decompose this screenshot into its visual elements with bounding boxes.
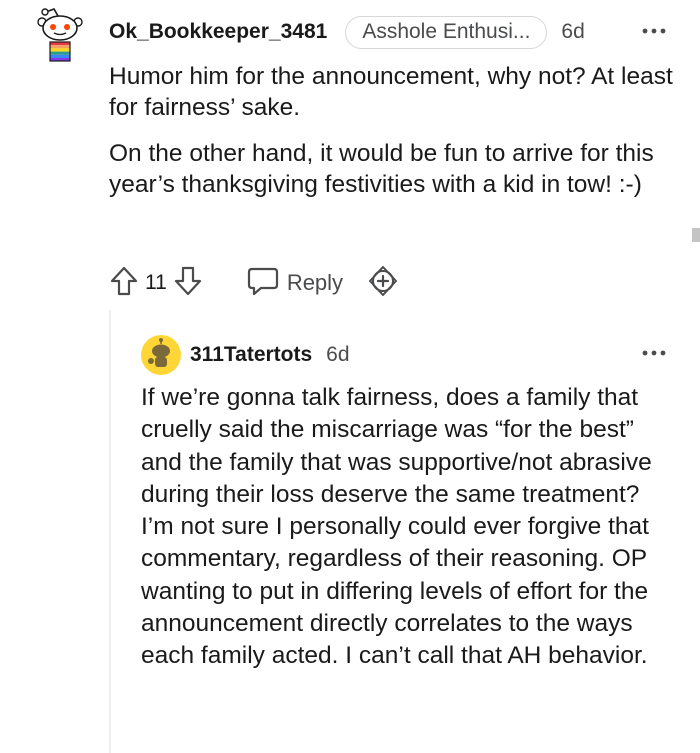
upvote-arrow-icon[interactable] xyxy=(109,265,139,302)
comment-timestamp[interactable]: 6d xyxy=(561,20,584,44)
snoo-avatar-icon[interactable] xyxy=(141,335,181,375)
comment-paragraph: Humor him for the announcement, why not?… xyxy=(109,63,673,121)
more-options-icon[interactable] xyxy=(640,20,668,42)
downvote-arrow-icon[interactable] xyxy=(173,265,203,302)
speech-bubble-icon xyxy=(247,266,279,301)
reply-button[interactable]: Reply xyxy=(247,266,343,301)
award-plus-icon xyxy=(367,265,399,302)
more-options-icon[interactable] xyxy=(640,342,668,364)
reply-body: If we’re gonna talk fairness, does a fam… xyxy=(141,382,676,673)
reply-header: 311Tatertots 6d xyxy=(190,340,350,370)
scrollbar-thumb[interactable] xyxy=(692,228,700,242)
snoo-avatar-icon[interactable] xyxy=(34,6,86,62)
reply-author[interactable]: 311Tatertots xyxy=(190,343,312,367)
reply-text: If we’re gonna talk fairness, does a fam… xyxy=(141,384,652,670)
user-flair: Asshole Enthusi... xyxy=(345,15,548,49)
reply-timestamp[interactable]: 6d xyxy=(326,343,349,367)
comment-author[interactable]: Ok_Bookkeeper_3481 xyxy=(109,20,327,44)
reply-label: Reply xyxy=(286,270,344,295)
comment-actions: 11 Reply xyxy=(109,263,399,303)
award-button[interactable] xyxy=(367,265,399,302)
comment-paragraph: On the other hand, it would be fun to ar… xyxy=(109,140,654,198)
comment-body: Humor him for the announcement, why not?… xyxy=(109,61,679,215)
vote-count: 11 xyxy=(145,271,167,294)
comment-header: Ok_Bookkeeper_3481 Asshole Enthusi... 6d xyxy=(109,14,585,50)
thread-line[interactable] xyxy=(109,310,111,753)
